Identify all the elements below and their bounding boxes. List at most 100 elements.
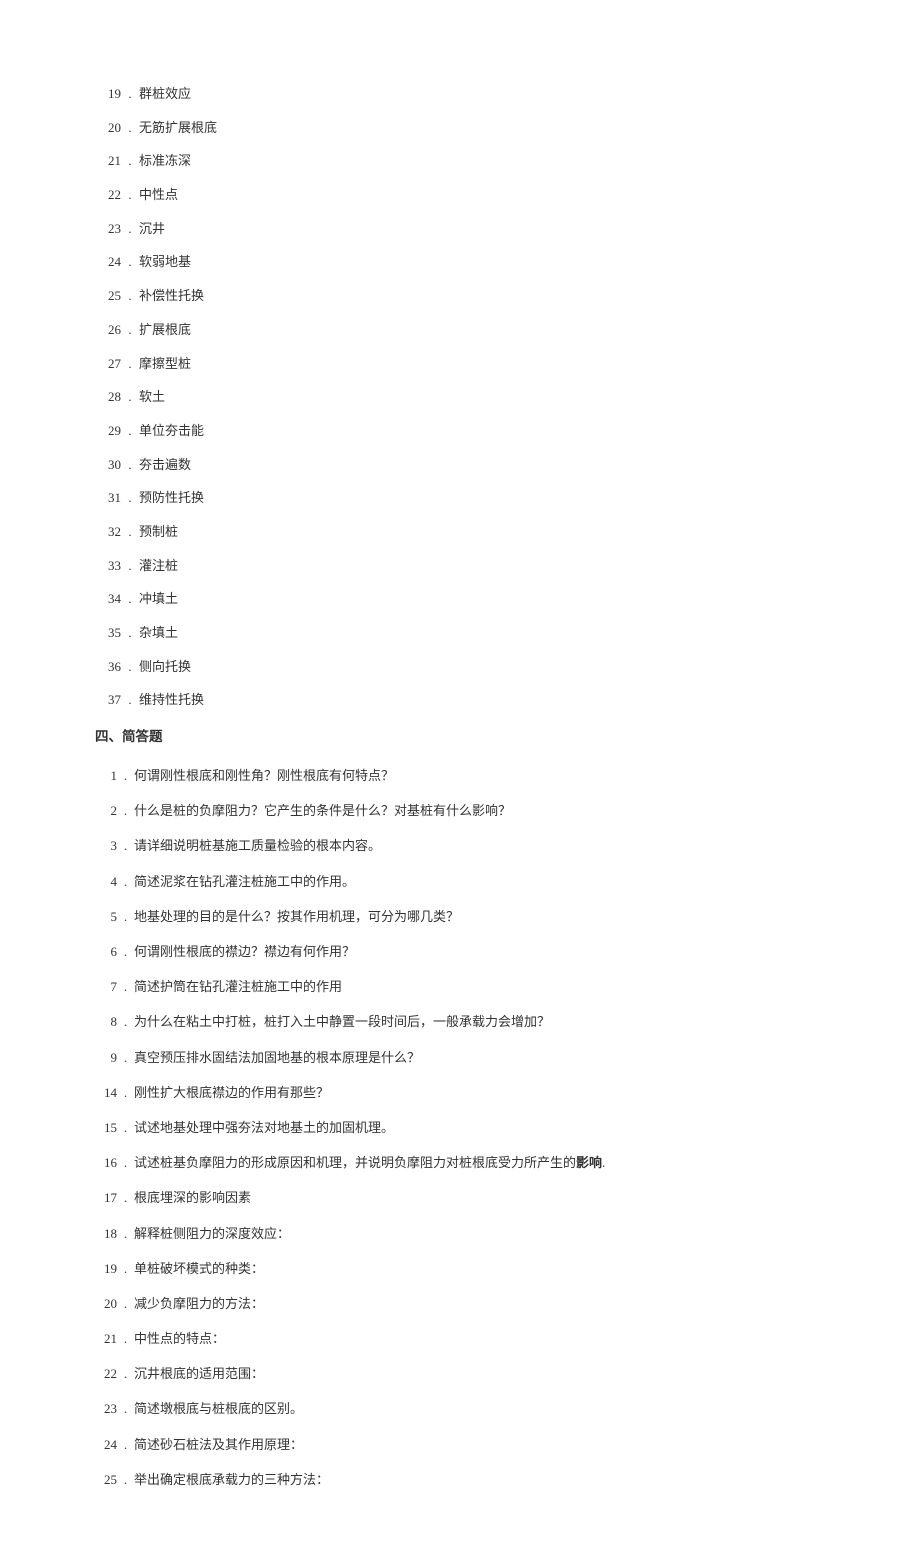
item-number: 6 bbox=[95, 943, 117, 961]
list-item: 9.真空预压排水固结法加固地基的根本原理是什么？ bbox=[95, 1049, 825, 1067]
item-dot: . bbox=[121, 557, 139, 575]
list-item: 2.什么是桩的负摩阻力？它产生的条件是什么？对基桩有什么影响？ bbox=[95, 802, 825, 820]
item-number: 3 bbox=[95, 837, 117, 855]
item-number: 35 bbox=[95, 624, 121, 642]
item-number: 23 bbox=[95, 1400, 117, 1418]
item-dot: . bbox=[121, 691, 139, 709]
section-a-list: 19.群桩效应20.无筋扩展根底21.标准冻深22.中性点23.沉井24.软弱地… bbox=[95, 85, 825, 710]
item-number: 21 bbox=[95, 152, 121, 170]
list-item: 28.软土 bbox=[95, 388, 825, 406]
item-dot: . bbox=[117, 1119, 134, 1137]
item-text: 试述地基处理中强夯法对地基土的加固机理。 bbox=[134, 1119, 825, 1137]
item-text: 扩展根底 bbox=[139, 321, 825, 339]
list-item: 33.灌注桩 bbox=[95, 557, 825, 575]
list-item: 37.维持性托换 bbox=[95, 691, 825, 709]
item-text: 中性点 bbox=[139, 186, 825, 204]
item-number: 32 bbox=[95, 523, 121, 541]
list-item: 19.群桩效应 bbox=[95, 85, 825, 103]
item-dot: . bbox=[117, 802, 134, 820]
item-text: 标准冻深 bbox=[139, 152, 825, 170]
item-text: 解释桩侧阻力的深度效应： bbox=[134, 1225, 825, 1243]
list-item: 18.解释桩侧阻力的深度效应： bbox=[95, 1225, 825, 1243]
item-dot: . bbox=[117, 1471, 134, 1489]
list-item: 19.单桩破坏模式的种类： bbox=[95, 1260, 825, 1278]
item-number: 15 bbox=[95, 1119, 117, 1137]
item-number: 2 bbox=[95, 802, 117, 820]
item-number: 19 bbox=[95, 85, 121, 103]
list-item: 4.简述泥浆在钻孔灌注桩施工中的作用。 bbox=[95, 873, 825, 891]
item-number: 1 bbox=[95, 767, 117, 785]
item-dot: . bbox=[117, 1189, 134, 1207]
list-item: 27.摩擦型桩 bbox=[95, 355, 825, 373]
item-text: 举出确定根底承载力的三种方法： bbox=[134, 1471, 825, 1489]
item-text: 软土 bbox=[139, 388, 825, 406]
list-item: 14.刚性扩大根底襟边的作用有那些？ bbox=[95, 1084, 825, 1102]
bold-text: 影响 bbox=[576, 1155, 602, 1170]
list-item: 35.杂填土 bbox=[95, 624, 825, 642]
item-text: 刚性扩大根底襟边的作用有那些？ bbox=[134, 1084, 825, 1102]
list-item: 26.扩展根底 bbox=[95, 321, 825, 339]
item-text: 请详细说明桩基施工质量检验的根本内容。 bbox=[134, 837, 825, 855]
item-dot: . bbox=[117, 1330, 134, 1348]
item-dot: . bbox=[117, 1260, 134, 1278]
list-item: 24.简述砂石桩法及其作用原理： bbox=[95, 1436, 825, 1454]
item-dot: . bbox=[117, 1295, 134, 1313]
list-item: 1.何谓刚性根底和刚性角？刚性根底有何特点？ bbox=[95, 767, 825, 785]
item-dot: . bbox=[117, 1436, 134, 1454]
list-item: 36.侧向托换 bbox=[95, 658, 825, 676]
item-number: 24 bbox=[95, 253, 121, 271]
list-item: 23.沉井 bbox=[95, 220, 825, 238]
item-dot: . bbox=[117, 1365, 134, 1383]
item-number: 18 bbox=[95, 1225, 117, 1243]
item-text: 预制桩 bbox=[139, 523, 825, 541]
list-item: 21.标准冻深 bbox=[95, 152, 825, 170]
item-dot: . bbox=[117, 1049, 134, 1067]
item-number: 9 bbox=[95, 1049, 117, 1067]
list-item: 32.预制桩 bbox=[95, 523, 825, 541]
item-text: 无筋扩展根底 bbox=[139, 119, 825, 137]
item-text: 减少负摩阻力的方法： bbox=[134, 1295, 825, 1313]
list-item: 5.地基处理的目的是什么？按其作用机理，可分为哪几类？ bbox=[95, 908, 825, 926]
list-item: 3.请详细说明桩基施工质量检验的根本内容。 bbox=[95, 837, 825, 855]
item-dot: . bbox=[117, 873, 134, 891]
list-item: 20.无筋扩展根底 bbox=[95, 119, 825, 137]
item-number: 33 bbox=[95, 557, 121, 575]
section-b-heading: 四、简答题 bbox=[95, 725, 825, 745]
item-number: 16 bbox=[95, 1154, 117, 1172]
item-dot: . bbox=[121, 523, 139, 541]
item-dot: . bbox=[117, 1225, 134, 1243]
item-number: 17 bbox=[95, 1189, 117, 1207]
item-text: 地基处理的目的是什么？按其作用机理，可分为哪几类？ bbox=[134, 908, 825, 926]
item-text: 摩擦型桩 bbox=[139, 355, 825, 373]
item-dot: . bbox=[121, 119, 139, 137]
item-number: 29 bbox=[95, 422, 121, 440]
item-number: 25 bbox=[95, 1471, 117, 1489]
item-number: 24 bbox=[95, 1436, 117, 1454]
list-item: 29.单位夯击能 bbox=[95, 422, 825, 440]
item-text: 什么是桩的负摩阻力？它产生的条件是什么？对基桩有什么影响？ bbox=[134, 802, 825, 820]
item-dot: . bbox=[121, 220, 139, 238]
item-number: 27 bbox=[95, 355, 121, 373]
list-item: 15.试述地基处理中强夯法对地基土的加固机理。 bbox=[95, 1119, 825, 1137]
item-dot: . bbox=[121, 658, 139, 676]
item-text: 维持性托换 bbox=[139, 691, 825, 709]
item-text: 杂填土 bbox=[139, 624, 825, 642]
item-dot: . bbox=[121, 422, 139, 440]
item-number: 25 bbox=[95, 287, 121, 305]
item-number: 36 bbox=[95, 658, 121, 676]
item-number: 8 bbox=[95, 1013, 117, 1031]
list-item: 17.根底埋深的影响因素 bbox=[95, 1189, 825, 1207]
list-item: 22.沉井根底的适用范围： bbox=[95, 1365, 825, 1383]
item-text: 真空预压排水固结法加固地基的根本原理是什么？ bbox=[134, 1049, 825, 1067]
list-item: 8.为什么在粘土中打桩，桩打入土中静置一段时间后，一般承载力会增加？ bbox=[95, 1013, 825, 1031]
item-dot: . bbox=[117, 1400, 134, 1418]
item-number: 37 bbox=[95, 691, 121, 709]
item-text: 何谓刚性根底和刚性角？刚性根底有何特点？ bbox=[134, 767, 825, 785]
item-text: 单位夯击能 bbox=[139, 422, 825, 440]
list-item: 34.冲填土 bbox=[95, 590, 825, 608]
item-dot: . bbox=[121, 355, 139, 373]
item-number: 7 bbox=[95, 978, 117, 996]
item-dot: . bbox=[121, 152, 139, 170]
item-number: 31 bbox=[95, 489, 121, 507]
item-number: 4 bbox=[95, 873, 117, 891]
